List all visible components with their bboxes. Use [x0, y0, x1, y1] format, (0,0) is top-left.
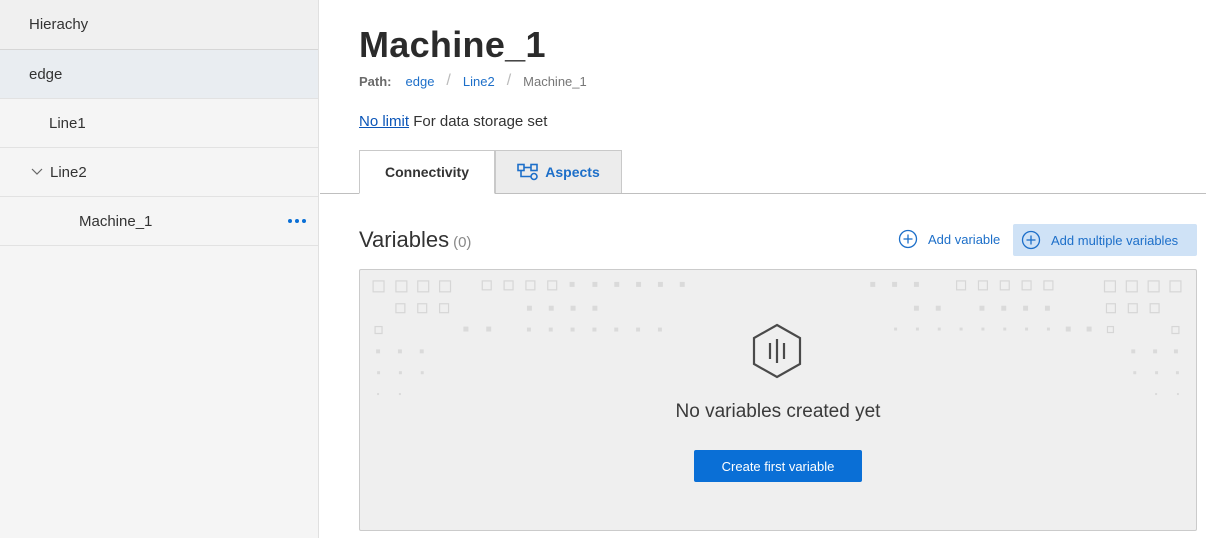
tab-aspects[interactable]: Aspects [495, 150, 622, 194]
add-multiple-variables-button[interactable]: Add multiple variables [1013, 224, 1197, 256]
breadcrumb-separator: / [446, 72, 451, 89]
variables-count: (0) [453, 234, 472, 251]
add-variable-label: Add variable [928, 231, 1001, 247]
sidebar-item-label: edge [29, 65, 63, 83]
add-variable-button[interactable]: Add variable [898, 229, 1000, 249]
tab-label: Connectivity [384, 164, 469, 180]
empty-variables-icon [752, 323, 802, 379]
storage-text: For data storage set [413, 113, 548, 130]
sidebar-header: Hierachy [0, 0, 318, 50]
breadcrumb-edge[interactable]: edge [406, 74, 435, 89]
sidebar-item-label: Machine_1 [79, 212, 153, 230]
create-first-variable-button[interactable]: Create first variable [694, 450, 862, 482]
sidebar-item-line1[interactable]: Line1 [0, 99, 318, 148]
tab-label: Aspects [545, 164, 600, 180]
plus-circle-icon [898, 229, 918, 249]
sidebar-item-label: Line1 [49, 114, 86, 132]
storage-limit-link[interactable]: No limit [359, 113, 409, 130]
hierarchy-icon [517, 163, 539, 181]
add-multiple-label: Add multiple variables [1051, 232, 1179, 248]
breadcrumb-current: Machine_1 [523, 73, 587, 89]
more-options-icon[interactable] [288, 219, 306, 223]
chevron-down-icon[interactable] [30, 165, 44, 179]
sidebar-item-edge[interactable]: edge [0, 50, 318, 99]
empty-state-panel: No variables created yet Create first va… [359, 269, 1197, 531]
main-panel: Machine_1 Path: edge / Line2 / Machine_1… [320, 0, 1206, 538]
variables-heading: Variables (0) [359, 227, 471, 253]
sidebar-item-machine-1[interactable]: Machine_1 [0, 197, 318, 246]
tab-connectivity[interactable]: Connectivity [359, 150, 495, 194]
breadcrumb-separator: / [506, 72, 512, 89]
plus-circle-icon [1021, 230, 1041, 250]
sidebar-item-label: Line2 [50, 163, 87, 181]
decorative-pattern [372, 280, 1182, 396]
empty-state-message: No variables created yet [675, 401, 881, 422]
sidebar-item-line2[interactable]: Line2 [0, 148, 318, 197]
path-label: Path: [359, 73, 392, 89]
hierarchy-sidebar: Hierachy edge Line1 Line2 Machine_1 [0, 0, 319, 538]
page-title: Machine_1 [359, 24, 546, 65]
storage-info: No limit For data storage set [359, 113, 547, 130]
breadcrumb: Path: edge / Line2 / Machine_1 [359, 72, 587, 90]
breadcrumb-line2[interactable]: Line2 [463, 74, 495, 89]
variables-title: Variables [359, 227, 450, 252]
